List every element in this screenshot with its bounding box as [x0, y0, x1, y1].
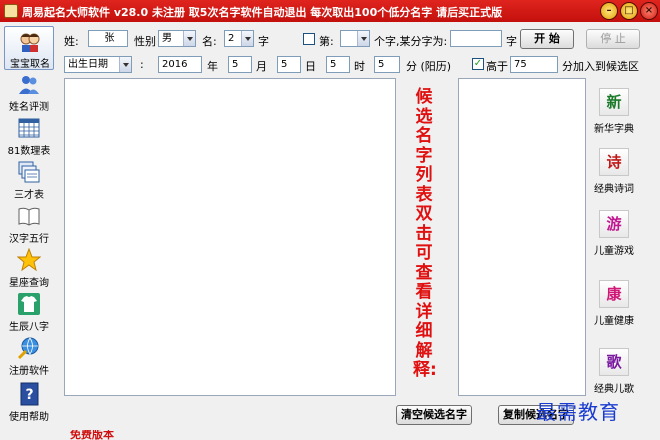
surname-input[interactable]: 张 [88, 30, 128, 47]
tool-kids-songs[interactable]: 歌 经典儿歌 [590, 348, 638, 398]
shirt-icon [18, 293, 40, 315]
sidebar-item-label: 姓名评测 [9, 102, 49, 113]
candidate-names-list[interactable] [458, 78, 586, 396]
sidebar-item-label: 汉字五行 [9, 234, 49, 245]
start-button[interactable]: 开 始 [520, 29, 574, 49]
name-length-value: 2 [228, 33, 235, 44]
sidebar-item-label: 星座查询 [9, 278, 49, 289]
gender-value: 男 [162, 33, 172, 44]
hour-unit: 时 [354, 60, 365, 73]
window-title: 周易起名大师软件 v28.0 未注册 取5次名字软件自动退出 每次取出100个低… [22, 6, 503, 19]
xinhua-dictionary-icon: 新 [599, 88, 629, 116]
minute-input[interactable]: 5 [374, 56, 400, 73]
surname-label: 姓: [64, 35, 79, 48]
generated-names-list[interactable] [64, 78, 396, 396]
sidebar-item-zodiac[interactable]: 星座查询 [4, 246, 54, 290]
sidebar-item-baby-naming[interactable]: 宝宝取名 [4, 26, 54, 70]
kids-songs-icon: 歌 [599, 348, 629, 376]
gender-label: 性别 [134, 35, 156, 48]
sidebar-item-label: 生辰八字 [9, 322, 49, 333]
baby-faces-icon [20, 33, 40, 52]
sidebar-item-label: 宝宝取名 [10, 59, 50, 70]
name-length-select[interactable]: 2 [224, 30, 254, 47]
watermark: 最需教育 [536, 400, 620, 424]
tool-xinhua-dictionary[interactable]: 新 新华字典 [590, 88, 638, 138]
clear-candidates-button[interactable]: 清空候选名字 [396, 405, 472, 425]
sidebar-item-label: 81数理表 [7, 146, 51, 157]
minute-unit: 分 (阳历) [406, 60, 452, 73]
sidebar-item-label: 注册软件 [9, 366, 49, 377]
hour-input[interactable]: 5 [326, 56, 350, 73]
star-icon [17, 248, 41, 272]
app-icon [4, 4, 18, 18]
date-type-select[interactable]: 出生日期 [64, 56, 132, 73]
stacked-windows-icon [18, 161, 40, 183]
status-strip: 免费版本 [0, 430, 660, 440]
month-input[interactable]: 5 [228, 56, 252, 73]
tool-label: 经典儿歌 [594, 384, 634, 395]
tool-kids-health[interactable]: 康 儿童健康 [590, 280, 638, 330]
stop-button[interactable]: 停 止 [586, 29, 640, 49]
day-input[interactable]: 5 [277, 56, 301, 73]
sidebar-item-name-test[interactable]: 姓名评测 [4, 70, 54, 114]
month-unit: 月 [256, 60, 267, 73]
above-score-input[interactable]: 75 [510, 56, 558, 73]
close-button[interactable]: × [640, 2, 658, 20]
poetry-icon: 诗 [599, 148, 629, 176]
tool-label: 儿童游戏 [594, 246, 634, 257]
grid-table-icon [18, 118, 40, 138]
fixed-char-checkbox[interactable] [303, 33, 315, 45]
sidebar-item-register[interactable]: 注册软件 [4, 334, 54, 378]
help-book-icon: ? [20, 382, 39, 406]
sidebar-item-81-table[interactable]: 81数理表 [4, 114, 54, 158]
tool-kids-games[interactable]: 游 儿童游戏 [590, 210, 638, 260]
chevron-down-icon [119, 57, 131, 72]
footer-text: 免费版本 [70, 430, 114, 440]
maximize-button[interactable]: □ [620, 2, 638, 20]
chevron-down-icon [241, 31, 253, 46]
sidebar-item-bazi[interactable]: 生辰八字 [4, 290, 54, 334]
chevron-down-icon [357, 31, 369, 46]
close-icon: × [644, 5, 654, 16]
people-icon [19, 76, 39, 94]
globe-key-icon [17, 337, 39, 360]
sidebar-item-label: 三才表 [14, 190, 44, 201]
nth-char-select[interactable] [340, 30, 370, 47]
fixed-char-label: 个字,某分字为: [374, 35, 448, 48]
tool-label: 儿童健康 [594, 316, 634, 327]
fixed-char-input[interactable] [450, 30, 502, 47]
tool-label: 经典诗词 [594, 184, 634, 195]
date-colon: : [140, 58, 144, 71]
maximize-icon: □ [624, 5, 634, 16]
fixed-char-unit: 字 [506, 35, 517, 48]
minimize-icon: – [606, 5, 612, 16]
name-length-label: 名: [202, 35, 217, 48]
candidate-hint: 候选名字列表双击可查看详细解释: [413, 87, 437, 380]
name-length-unit: 字 [258, 35, 269, 48]
year-unit: 年 [207, 60, 218, 73]
sidebar-item-five-elements[interactable]: 汉字五行 [4, 202, 54, 246]
sidebar-item-label: 使用帮助 [9, 412, 49, 423]
svg-text:?: ? [25, 387, 33, 403]
day-unit: 日 [305, 60, 316, 73]
minimize-button[interactable]: – [600, 2, 618, 20]
chevron-down-icon [183, 31, 195, 46]
open-book-icon [18, 207, 40, 226]
above-score-suffix: 分加入到候选区 [562, 60, 639, 73]
title-bar: 周易起名大师软件 v28.0 未注册 取5次名字软件自动退出 每次取出100个低… [0, 0, 660, 22]
gender-select[interactable]: 男 [158, 30, 196, 47]
kids-health-icon: 康 [599, 280, 629, 308]
tool-classic-poetry[interactable]: 诗 经典诗词 [590, 148, 638, 198]
year-input[interactable]: 2016 [158, 56, 202, 73]
above-score-checkbox[interactable]: ✓ [472, 58, 484, 70]
sidebar-item-help[interactable]: ? 使用帮助 [4, 380, 54, 424]
nth-char-label: 第: [319, 35, 334, 48]
kids-games-icon: 游 [599, 210, 629, 238]
date-type-value: 出生日期 [68, 59, 108, 70]
sidebar-item-sancai-table[interactable]: 三才表 [4, 158, 54, 202]
above-score-label: 高于 [486, 60, 508, 73]
tool-label: 新华字典 [594, 124, 634, 135]
